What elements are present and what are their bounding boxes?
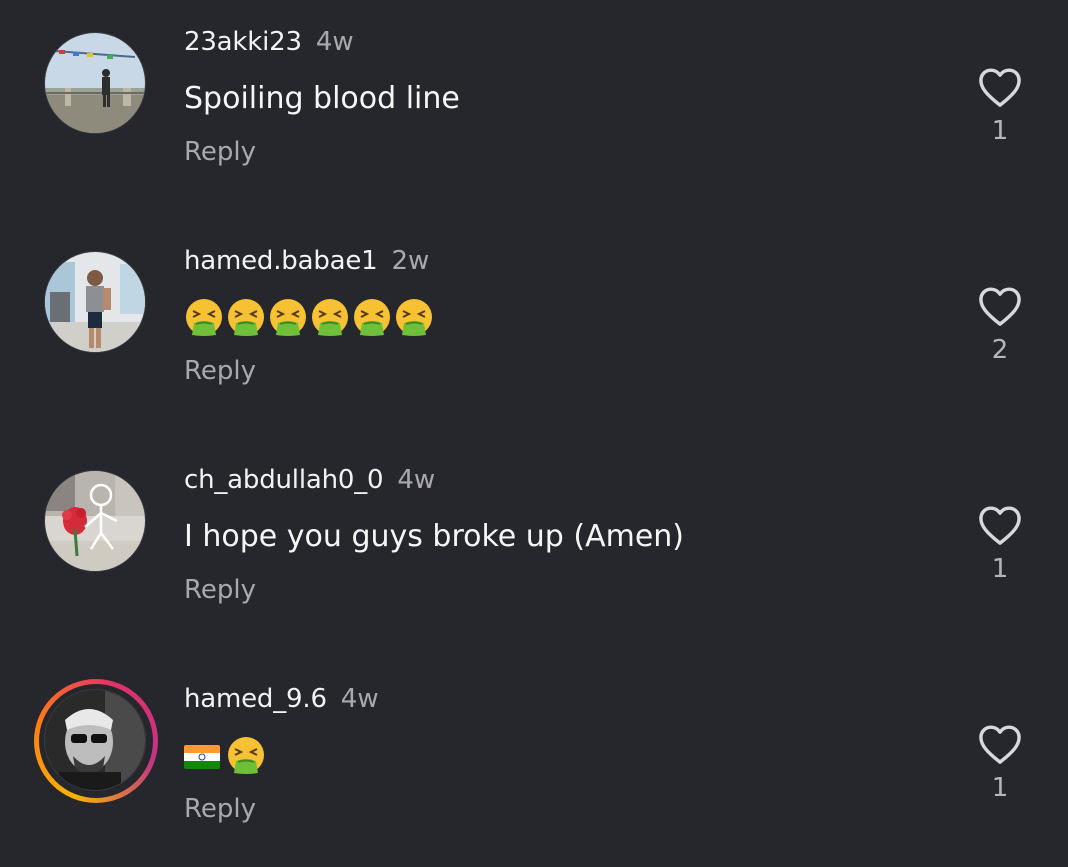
comment-meta: 23akki23 4w bbox=[184, 26, 354, 58]
vomiting-face-icon bbox=[186, 299, 222, 336]
vomiting-face-icon bbox=[228, 299, 264, 336]
vomiting-face-icon bbox=[354, 299, 390, 336]
avatar[interactable] bbox=[44, 470, 146, 572]
comment-emojis bbox=[184, 297, 434, 339]
comment-emojis bbox=[184, 735, 266, 777]
like-button[interactable]: 2 bbox=[972, 285, 1028, 385]
comment-meta: ch_abdullah0_0 4w bbox=[184, 464, 435, 496]
comment-time: 2w bbox=[391, 246, 430, 276]
username[interactable]: ch_abdullah0_0 bbox=[184, 465, 384, 495]
vomiting-face-icon bbox=[270, 299, 306, 336]
username[interactable]: hamed_9.6 bbox=[184, 684, 327, 714]
avatar[interactable] bbox=[34, 679, 158, 803]
avatar[interactable] bbox=[44, 32, 146, 134]
comment-text: Spoiling blood line bbox=[184, 81, 460, 116]
india-flag-icon bbox=[184, 745, 220, 769]
vomiting-face-icon bbox=[228, 737, 264, 774]
comment-item: hamed_9.6 4w Reply 1 bbox=[0, 657, 1068, 867]
reply-button[interactable]: Reply bbox=[184, 793, 256, 825]
comment-item: hamed.babae1 2w Reply 2 bbox=[0, 219, 1068, 429]
comment-meta: hamed.babae1 2w bbox=[184, 245, 429, 277]
heart-icon[interactable] bbox=[977, 285, 1023, 327]
comment-meta: hamed_9.6 4w bbox=[184, 683, 379, 715]
avatar-photo bbox=[45, 252, 145, 352]
reply-button[interactable]: Reply bbox=[184, 355, 256, 387]
avatar[interactable] bbox=[44, 251, 146, 353]
avatar-photo bbox=[45, 33, 145, 133]
heart-icon[interactable] bbox=[977, 723, 1023, 765]
comment-item: 23akki23 4w Spoiling blood line Reply 1 bbox=[0, 0, 1068, 210]
like-button[interactable]: 1 bbox=[972, 66, 1028, 166]
vomiting-face-icon bbox=[396, 299, 432, 336]
like-button[interactable]: 1 bbox=[972, 723, 1028, 823]
comment-time: 4w bbox=[315, 27, 354, 57]
like-count: 1 bbox=[991, 116, 1009, 146]
heart-icon[interactable] bbox=[977, 66, 1023, 108]
like-button[interactable]: 1 bbox=[972, 504, 1028, 604]
username[interactable]: 23akki23 bbox=[184, 27, 302, 57]
vomiting-face-icon bbox=[312, 299, 348, 336]
username[interactable]: hamed.babae1 bbox=[184, 246, 378, 276]
like-count: 1 bbox=[991, 554, 1009, 584]
comment-text: I hope you guys broke up (Amen) bbox=[184, 519, 685, 554]
like-count: 2 bbox=[991, 335, 1009, 365]
comment-item: ch_abdullah0_0 4w I hope you guys broke u… bbox=[0, 438, 1068, 648]
reply-button[interactable]: Reply bbox=[184, 574, 256, 606]
like-count: 1 bbox=[991, 773, 1009, 803]
avatar-photo bbox=[45, 471, 145, 571]
comment-time: 4w bbox=[397, 465, 436, 495]
comment-time: 4w bbox=[340, 684, 379, 714]
avatar-photo bbox=[45, 690, 145, 790]
heart-icon[interactable] bbox=[977, 504, 1023, 546]
reply-button[interactable]: Reply bbox=[184, 136, 256, 168]
